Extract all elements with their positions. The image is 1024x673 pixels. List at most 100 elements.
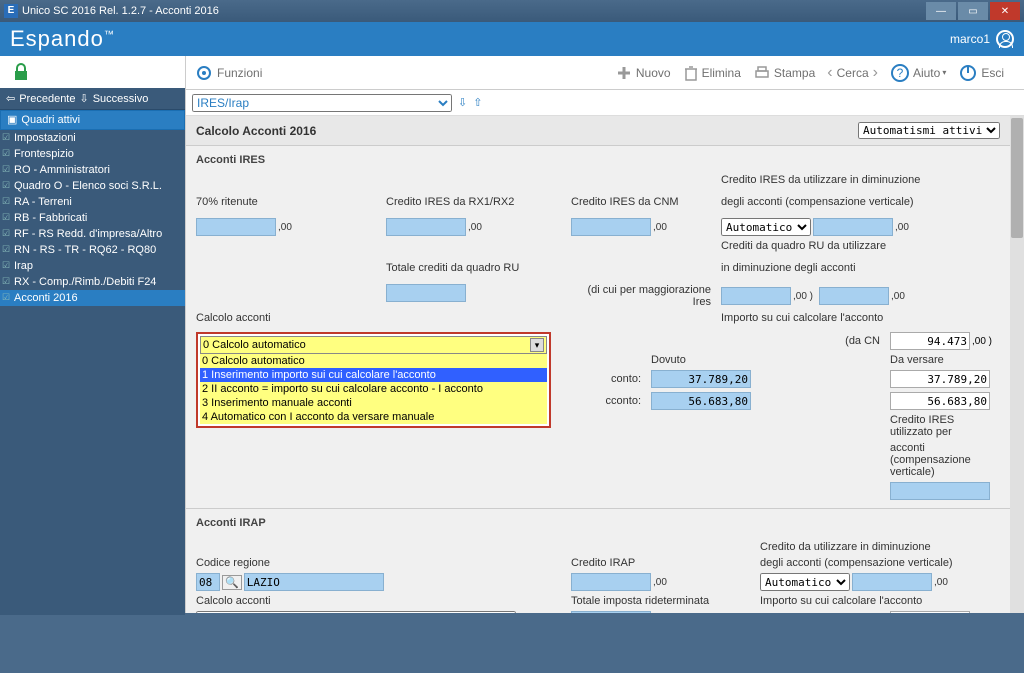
breadcrumb-select[interactable]: IRES/Irap [192,94,452,112]
calcolo-dropdown[interactable]: 0 Calcolo automatico ▾ 0 Calcolo automat… [196,332,551,428]
credused-input[interactable] [890,482,990,500]
label: Dovuto [651,354,761,366]
label: in diminuzione degli acconti [721,262,981,280]
chevron-right-icon: › [873,64,878,82]
scroll-thumb[interactable] [1011,118,1023,238]
cerca-button[interactable]: ‹ Cerca › [827,64,878,82]
maximize-button[interactable]: ▭ [958,2,988,20]
acc1-versare[interactable] [890,370,990,388]
label: Importo su cui calcolare l'acconto [760,595,1000,607]
label: Credito IRES da RX1/RX2 [386,196,561,214]
sidebar-item[interactable]: RO - Amministratori [0,162,185,178]
label: Credito da utilizzare in diminuzione [760,541,1000,553]
power-icon [958,63,978,83]
stampa-button[interactable]: Stampa [753,65,815,81]
section-header: Acconti IRAP [196,517,1000,529]
magg-input[interactable] [721,287,791,305]
acc2-dovuto[interactable] [651,392,751,410]
calcolo-irap-select[interactable]: 0 Calcolo automatico [196,611,516,613]
compvert-input[interactable] [813,218,893,236]
next-button[interactable]: Successivo [93,93,149,105]
next-icon[interactable]: ⇩ [79,92,88,105]
window-title: Unico SC 2016 Rel. 1.2.7 - Acconti 2016 [22,5,924,17]
down-arrow-icon[interactable]: ⇩ [458,96,467,109]
minimize-button[interactable]: — [926,2,956,20]
automatismi-select[interactable]: Automatismi attivi [858,122,1000,139]
sidebar-item[interactable]: RF - RS Redd. d'impresa/Altro [0,226,185,242]
label: Credito IRES da CNM [571,196,711,214]
up-arrow-icon[interactable]: ⇧ [473,96,482,109]
chevron-left-icon: ‹ [827,64,832,82]
app-logo: Espando™ [10,26,115,52]
elimina-button[interactable]: Elimina [683,64,741,82]
search-icon[interactable]: 🔍 [222,575,242,590]
sidebar-tree: Impostazioni Frontespizio RO - Amministr… [0,130,185,615]
sidebar-item[interactable]: Impostazioni [0,130,185,146]
dacn-value[interactable] [890,332,970,350]
app-icon: E [4,4,18,18]
label: Credito IRES utilizzato per [890,414,1000,438]
print-icon [753,65,771,81]
dropdown-option[interactable]: 3 Inserimento manuale acconti [200,396,547,410]
dropdown-option[interactable]: 4 Automatico con I acconto da versare ma… [200,410,547,424]
regname-input[interactable] [244,573,384,591]
prev-icon[interactable]: ⇦ [6,92,15,105]
aiuto-button[interactable]: ? Aiuto ▾ [890,63,946,83]
ritenute-input[interactable] [196,218,276,236]
auto-select[interactable]: Automatico [760,573,850,591]
scrollbar[interactable] [1010,116,1024,613]
sidebar-item[interactable]: RB - Fabbricati [0,210,185,226]
content-area: Calcolo Acconti 2016 Automatismi attivi … [186,116,1024,613]
label: (di cui per maggiorazione Ires [571,284,711,308]
auto-select[interactable]: Automatico [721,218,811,236]
sidebar-item-active[interactable]: Acconti 2016 [0,290,185,306]
toolbar: Funzioni Nuovo Elimina Stampa ‹ Cerca › [186,56,1024,90]
chevron-down-icon[interactable]: ▾ [530,338,544,352]
username: marco1 [950,32,990,46]
label: Crediti da quadro RU da utilizzare [721,240,981,258]
sidebar-item[interactable]: RN - RS - TR - RQ62 - RQ80 [0,242,185,258]
acc2-versare[interactable] [890,392,990,410]
label: Codice regione [196,557,376,569]
totimp-input[interactable] [571,611,651,613]
label: (da CN [771,335,880,347]
dropdown-option[interactable]: 2 II acconto = importo su cui calcolare … [200,382,547,396]
cnm-input[interactable] [571,218,651,236]
label: Totale imposta rideterminata [571,595,750,607]
sidebar-item[interactable]: Quadro O - Elenco soci S.R.L. [0,178,185,194]
sidebar-item[interactable]: RA - Terreni [0,194,185,210]
codreg-input[interactable] [196,573,220,591]
prev-button[interactable]: Precedente [19,93,75,105]
compvert-irap-input[interactable] [852,573,932,591]
page-title: Calcolo Acconti 2016 [196,124,316,138]
section-irap: Acconti IRAP Credito da utilizzare in di… [186,508,1010,613]
breadcrumb-bar: IRES/Irap ⇩ ⇧ [186,90,1024,116]
sidebar-item[interactable]: RX - Comp./Rimb./Debiti F24 [0,274,185,290]
user-icon[interactable] [996,30,1014,48]
label: Totale crediti da quadro RU [386,262,561,280]
label: Calcolo acconti [196,595,376,607]
dimacc-input[interactable] [819,287,889,305]
app-bar: Espando™ marco1 [0,22,1024,56]
label: conto: [561,373,641,385]
esci-button[interactable]: Esci [958,63,1004,83]
funzioni-button[interactable]: Funzioni [194,63,262,83]
label: Credito IRES da utilizzare in diminuzion… [721,174,981,192]
dropdown-list: 0 Calcolo automatico 1 Inserimento impor… [200,354,547,424]
impcalc-input[interactable] [890,611,970,613]
dropdown-option[interactable]: 1 Inserimento importo sui cui calcolare … [200,368,547,382]
nav-bar: ⇦ Precedente ⇩ Successivo [0,88,185,110]
acc1-dovuto[interactable] [651,370,751,388]
lock-icon [6,62,36,82]
section-ires: Acconti IRES Credito IRES da utilizzare … [186,145,1010,508]
credirap-input[interactable] [571,573,651,591]
sidebar-item[interactable]: Frontespizio [0,146,185,162]
trash-icon [683,64,699,82]
dropdown-option[interactable]: 0 Calcolo automatico [200,354,547,368]
nuovo-button[interactable]: Nuovo [615,64,671,82]
sidebar-item[interactable]: Irap [0,258,185,274]
rx-input[interactable] [386,218,466,236]
close-button[interactable]: ✕ [990,2,1020,20]
totru-input[interactable] [386,284,466,302]
label: degli acconti (compensazione verticale) [760,557,1000,569]
